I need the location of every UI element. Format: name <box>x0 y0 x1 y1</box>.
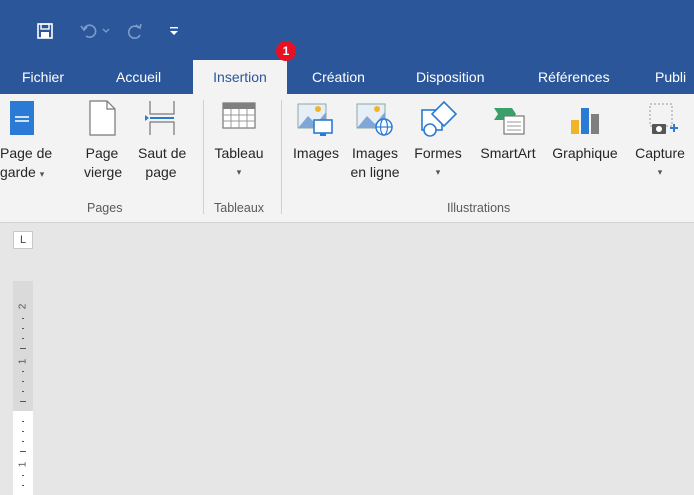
chart-icon <box>544 100 626 140</box>
ruler-tick <box>22 475 24 476</box>
cover-page-icon <box>0 100 44 140</box>
group-separator <box>281 100 282 214</box>
vertical-ruler[interactable]: 2 1 1 <box>13 281 33 495</box>
images-en-ligne-label-2: en ligne <box>350 164 400 180</box>
images-en-ligne-button[interactable]: Images en ligne <box>346 100 404 182</box>
tab-selector[interactable]: L <box>13 231 33 249</box>
ruler-tick <box>22 441 24 442</box>
tab-publipostage[interactable]: Publi <box>655 60 686 94</box>
images-label: Images <box>293 145 339 161</box>
tableau-button[interactable]: Tableau ▾ <box>210 100 268 182</box>
graphique-label: Graphique <box>552 145 618 161</box>
ruler-tick <box>22 338 24 339</box>
saut-de-page-label-2: page <box>145 164 177 180</box>
ruler-tick <box>20 401 26 402</box>
group-label-pages: Pages <box>87 201 123 215</box>
tab-insertion[interactable]: Insertion <box>193 60 287 95</box>
customize-qat-icon[interactable] <box>166 20 182 42</box>
chevron-down-icon: ▾ <box>39 169 45 179</box>
capture-button[interactable]: Capture ▾ <box>628 100 692 182</box>
tab-accueil[interactable]: Accueil <box>116 60 161 94</box>
chevron-down-icon: ▾ <box>236 167 242 177</box>
page-vierge-button[interactable]: Page vierge <box>84 100 123 182</box>
document-area: L 2 1 1 <box>0 223 694 495</box>
page-de-garde-label-1: Page de <box>0 145 53 161</box>
ribbon-insertion: Page de garde ▾ Page vierge Saut de page… <box>0 94 694 223</box>
images-en-ligne-label-1: Images <box>352 145 398 161</box>
tab-creation[interactable]: Création <box>312 60 365 94</box>
saut-de-page-button[interactable]: Saut de page <box>138 100 187 182</box>
group-label-illustrations: Illustrations <box>447 201 511 215</box>
chevron-down-icon: ▾ <box>657 167 663 177</box>
tab-fichier[interactable]: Fichier <box>22 60 64 94</box>
ruler-tick <box>20 451 26 452</box>
page-break-icon <box>138 100 184 140</box>
ruler-tick <box>22 421 24 422</box>
page-de-garde-button[interactable]: Page de garde ▾ <box>0 100 53 184</box>
picture-icon <box>288 100 344 140</box>
redo-icon[interactable] <box>124 20 146 42</box>
blank-page-icon <box>84 100 120 140</box>
ruler-tick <box>22 371 24 372</box>
graphique-button[interactable]: Graphique <box>544 100 626 163</box>
step-badge: 1 <box>276 41 296 61</box>
save-icon[interactable] <box>34 20 56 42</box>
ruler-number: 2 <box>17 303 29 310</box>
smartart-icon <box>474 100 542 140</box>
ruler-tick <box>22 328 24 329</box>
capture-label: Capture <box>635 145 685 161</box>
images-button[interactable]: Images <box>288 100 344 163</box>
group-separator <box>203 100 204 214</box>
ruler-page-area <box>13 411 33 495</box>
ruler-tick <box>22 391 24 392</box>
smartart-label: SmartArt <box>480 145 536 161</box>
shapes-icon <box>410 100 466 140</box>
chevron-down-icon: ▾ <box>435 167 441 177</box>
online-picture-icon <box>346 100 404 140</box>
ruler-number: 1 <box>17 358 29 365</box>
smartart-button[interactable]: SmartArt <box>474 100 542 163</box>
screenshot-icon <box>628 100 692 140</box>
group-label-tableaux: Tableaux <box>214 201 265 215</box>
table-icon <box>210 100 268 140</box>
page-vierge-label-1: Page <box>85 145 119 161</box>
saut-de-page-label-1: Saut de <box>138 145 187 161</box>
undo-icon[interactable] <box>78 20 100 42</box>
tab-disposition[interactable]: Disposition <box>416 60 484 94</box>
formes-label: Formes <box>414 145 462 161</box>
ruler-tick <box>22 431 24 432</box>
ruler-tick <box>22 381 24 382</box>
tableau-label: Tableau <box>214 145 264 161</box>
ruler-tick <box>22 485 24 486</box>
undo-dropdown-icon[interactable] <box>100 20 112 42</box>
title-bar <box>0 0 694 60</box>
ruler-number: 1 <box>17 461 29 468</box>
page-vierge-label-2: vierge <box>84 164 123 180</box>
tab-references[interactable]: Références <box>538 60 610 94</box>
ruler-tick <box>22 318 24 319</box>
formes-button[interactable]: Formes ▾ <box>410 100 466 182</box>
page-de-garde-label-2: garde <box>0 164 36 180</box>
ribbon-tabs: Fichier Accueil Insertion Création Dispo… <box>0 60 694 95</box>
ruler-tick <box>20 348 26 349</box>
